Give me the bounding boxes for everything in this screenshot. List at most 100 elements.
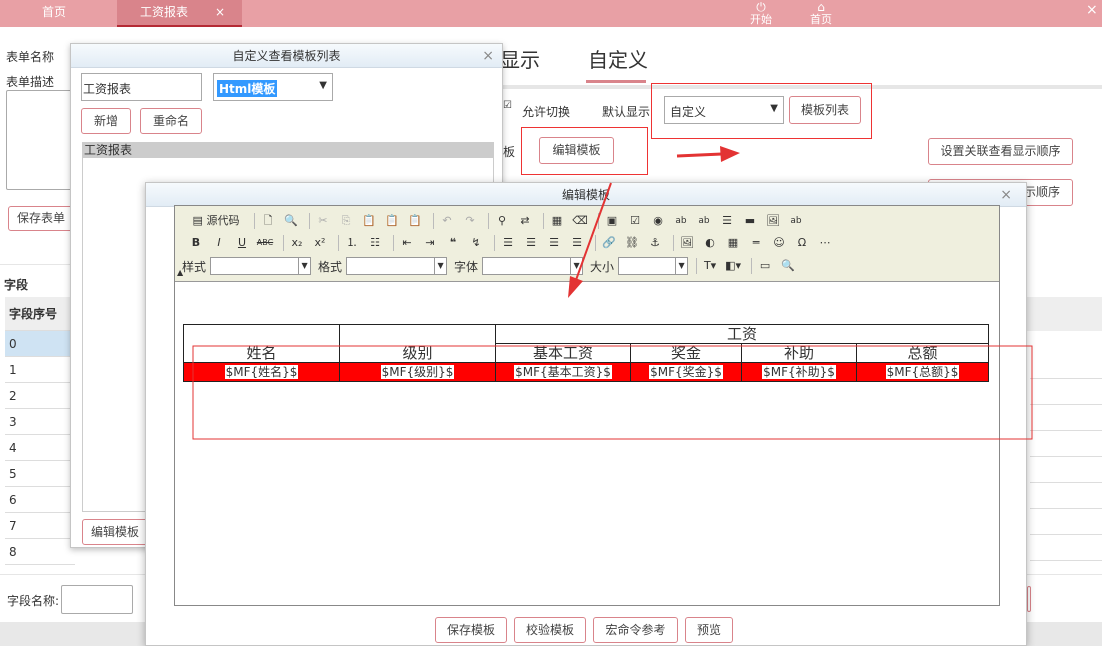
table-row[interactable]: 7 xyxy=(5,513,75,539)
window-close-icon[interactable]: × xyxy=(1086,0,1098,20)
form-icon[interactable]: ▣ xyxy=(603,212,621,230)
link-icon[interactable]: 🔗 xyxy=(600,234,618,252)
bullet-list-icon[interactable]: ☷ xyxy=(366,234,384,252)
field-cell[interactable]: $MF{补助}$ xyxy=(741,362,857,382)
page-break-icon[interactable]: ⋯ xyxy=(816,234,834,252)
maximize-icon[interactable]: ▭ xyxy=(756,257,774,275)
field-cell[interactable]: $MF{级别}$ xyxy=(339,362,496,382)
text-color-icon[interactable]: T▾ xyxy=(701,257,719,275)
horizontal-rule-icon[interactable]: ═ xyxy=(747,234,765,252)
table-row[interactable]: 0 xyxy=(5,331,75,357)
field-cell[interactable]: $MF{姓名}$ xyxy=(183,362,340,382)
radio-icon[interactable]: ◉ xyxy=(649,212,667,230)
show-blocks-icon[interactable]: 🔍 xyxy=(779,257,797,275)
smiley-icon[interactable]: ☺ xyxy=(770,234,788,252)
edit-template-button-list[interactable]: 编辑模板 xyxy=(82,519,148,545)
table-row[interactable]: 4 xyxy=(5,435,75,461)
set-order-button[interactable]: 设置关联查看显示顺序 xyxy=(928,138,1073,165)
copy-icon[interactable]: ⎘ xyxy=(337,212,355,230)
preview-button[interactable]: 预览 xyxy=(685,617,733,643)
tab-salary-report[interactable]: 工资报表 × xyxy=(117,0,242,27)
tab-close-icon[interactable]: × xyxy=(215,0,225,24)
default-display-select[interactable]: 自定义 ▼ xyxy=(664,96,784,124)
template-list-button[interactable]: 模板列表 xyxy=(789,96,861,124)
macro-reference-button[interactable]: 宏命令参考 xyxy=(593,617,678,643)
field-name-input[interactable] xyxy=(61,585,133,614)
underline-icon[interactable]: U xyxy=(233,234,251,252)
table-row[interactable]: 5 xyxy=(5,461,75,487)
div-icon[interactable]: ↯ xyxy=(467,234,485,252)
anchor-icon[interactable]: ⚓ xyxy=(646,234,664,252)
field-cell[interactable]: $MF{基本工资}$ xyxy=(495,362,631,382)
table-icon[interactable]: ▦ xyxy=(724,234,742,252)
outdent-icon[interactable]: ⇤ xyxy=(398,234,416,252)
select-all-icon[interactable]: ▦ xyxy=(548,212,566,230)
flash-icon[interactable]: ◐ xyxy=(701,234,719,252)
special-char-icon[interactable]: Ω xyxy=(793,234,811,252)
save-form-button[interactable]: 保存表单 xyxy=(8,206,74,231)
bold-icon[interactable]: B xyxy=(187,234,205,252)
unlink-icon[interactable]: ⛓ xyxy=(623,234,641,252)
align-justify-icon[interactable]: ☰ xyxy=(568,234,586,252)
table-row[interactable]: 6 xyxy=(5,487,75,513)
close-icon[interactable]: × xyxy=(482,44,494,68)
textarea-icon[interactable]: ab xyxy=(695,212,713,230)
template-type-select[interactable]: Html模板 ▼ xyxy=(213,73,333,101)
align-right-icon[interactable]: ☰ xyxy=(545,234,563,252)
add-template-button[interactable]: 新增 xyxy=(81,108,131,134)
template-name-input[interactable]: 工资报表 xyxy=(81,73,202,101)
edit-template-button[interactable]: 编辑模板 xyxy=(539,137,614,164)
form-desc-textarea[interactable] xyxy=(6,90,72,190)
format-combo[interactable]: ▼ xyxy=(346,257,448,275)
cut-icon[interactable]: ✂ xyxy=(314,212,332,230)
table-row[interactable]: 1 xyxy=(5,357,75,383)
rename-template-button[interactable]: 重命名 xyxy=(140,108,202,134)
subscript-icon[interactable]: x₂ xyxy=(288,234,306,252)
strike-icon[interactable]: ABC xyxy=(256,234,274,252)
undo-icon[interactable]: ↶ xyxy=(438,212,456,230)
new-page-icon[interactable]: 🗋 xyxy=(259,212,277,230)
list-item[interactable]: 工资报表 xyxy=(83,143,493,158)
table-row[interactable]: 8 xyxy=(5,539,75,565)
italic-icon[interactable]: I xyxy=(210,234,228,252)
field-cell[interactable]: $MF{总额}$ xyxy=(856,362,989,382)
image-icon[interactable]: 🖼 xyxy=(678,234,696,252)
align-center-icon[interactable]: ☰ xyxy=(522,234,540,252)
tab-custom[interactable]: 自定义 xyxy=(588,44,648,73)
start-button[interactable]: ⏻ 开始 xyxy=(741,0,781,26)
remove-format-icon[interactable]: ⌫ xyxy=(571,212,589,230)
table-row[interactable]: 3 xyxy=(5,409,75,435)
checkbox-icon[interactable]: ☑ xyxy=(626,212,644,230)
image-button-icon[interactable]: 🖼 xyxy=(764,212,782,230)
bg-color-icon[interactable]: ◧▾ xyxy=(724,257,742,275)
find-icon[interactable]: ⚲ xyxy=(493,212,511,230)
paste-word-icon[interactable]: 📋 xyxy=(406,212,424,230)
close-icon[interactable]: × xyxy=(1000,183,1012,207)
verify-template-button[interactable]: 校验模板 xyxy=(514,617,586,643)
button-field-icon[interactable]: ▬ xyxy=(741,212,759,230)
table-row[interactable]: 2 xyxy=(5,383,75,409)
tab-display[interactable]: 显示 xyxy=(500,44,540,73)
indent-icon[interactable]: ⇥ xyxy=(421,234,439,252)
paste-text-icon[interactable]: 📋 xyxy=(383,212,401,230)
editor-content[interactable]: 姓名 级别 工资 基本工资 奖金 补助 总额 $MF{姓名}$ $MF{级别}$… xyxy=(175,282,999,605)
quote-icon[interactable]: ❝ xyxy=(444,234,462,252)
size-combo[interactable]: ▼ xyxy=(618,257,689,275)
font-combo[interactable]: ▼ xyxy=(482,257,584,275)
save-template-button[interactable]: 保存模板 xyxy=(435,617,507,643)
tab-home[interactable]: 首页 xyxy=(0,0,108,27)
collapse-toolbar-icon[interactable]: ▲ xyxy=(177,268,183,277)
textfield-icon[interactable]: ab xyxy=(672,212,690,230)
align-left-icon[interactable]: ☰ xyxy=(499,234,517,252)
numbered-list-icon[interactable]: ⒈ xyxy=(343,234,361,252)
field-cell[interactable]: $MF{奖金}$ xyxy=(630,362,742,382)
style-combo[interactable]: ▼ xyxy=(210,257,312,275)
preview-icon[interactable]: 🔍 xyxy=(282,212,300,230)
replace-icon[interactable]: ⇄ xyxy=(516,212,534,230)
paste-icon[interactable]: 📋 xyxy=(360,212,378,230)
partial-button[interactable] xyxy=(1027,586,1031,612)
superscript-icon[interactable]: x² xyxy=(311,234,329,252)
home-button[interactable]: ⌂ 首页 xyxy=(801,0,841,26)
redo-icon[interactable]: ↷ xyxy=(461,212,479,230)
select-field-icon[interactable]: ☰ xyxy=(718,212,736,230)
